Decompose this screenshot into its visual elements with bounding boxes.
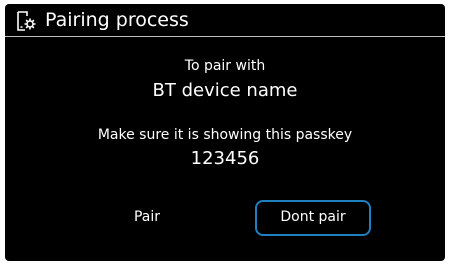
passkey-instruction: Make sure it is showing this passkey: [97, 127, 353, 143]
page-title: Pairing process: [45, 9, 189, 31]
device-name: BT device name: [152, 80, 298, 101]
pair-with-label: To pair with: [184, 58, 266, 74]
passkey-value: 123456: [190, 148, 260, 169]
phone-gear-icon: [15, 10, 37, 32]
header-divider: [5, 36, 445, 37]
pair-button[interactable]: Pair: [117, 204, 177, 230]
header: Pairing process: [5, 4, 445, 36]
dont-pair-button[interactable]: Dont pair: [255, 200, 371, 236]
pairing-screen: Pairing process To pair with BT device n…: [5, 4, 445, 261]
